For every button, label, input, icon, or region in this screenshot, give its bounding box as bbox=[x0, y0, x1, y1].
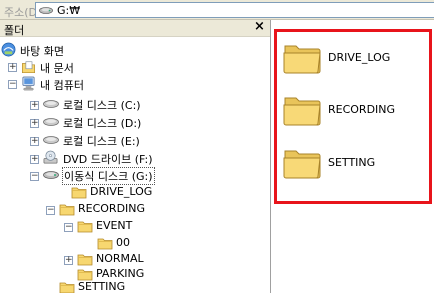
address-path: G:₩ bbox=[57, 4, 81, 17]
tree-item-event-00[interactable]: 00 bbox=[97, 235, 147, 251]
hard-drive-icon bbox=[43, 117, 59, 127]
folder-icon bbox=[77, 252, 93, 266]
tree-item-my-computer[interactable]: 내 컴퓨터 bbox=[21, 76, 141, 92]
folder-item-label: SETTING bbox=[328, 156, 376, 169]
tree-item-desktop[interactable]: 바탕 화면 bbox=[0, 42, 120, 58]
expand-toggle[interactable]: + bbox=[64, 255, 73, 265]
tree-item-my-documents[interactable]: 내 문서 bbox=[21, 59, 141, 75]
folders-pane-title: 폴더 bbox=[4, 24, 25, 37]
collapse-toggle[interactable]: − bbox=[64, 222, 73, 232]
expand-toggle[interactable]: + bbox=[30, 154, 39, 164]
expand-toggle[interactable]: + bbox=[30, 100, 39, 110]
computer-icon bbox=[21, 76, 36, 91]
tree-label: 로컬 디스크 (D:) bbox=[63, 117, 142, 130]
folder-icon bbox=[282, 143, 322, 181]
tree-item-removable-g[interactable]: 이동식 디스크 (G:) bbox=[43, 167, 183, 185]
collapse-toggle[interactable]: − bbox=[8, 79, 17, 89]
tree-label: 이동식 디스크 (G:) bbox=[62, 167, 155, 185]
tree-label: EVENT bbox=[96, 219, 133, 232]
folder-icon bbox=[282, 90, 322, 128]
removable-drive-icon bbox=[43, 170, 59, 180]
folder-icon bbox=[59, 280, 75, 293]
address-field[interactable]: G:₩ bbox=[35, 2, 434, 18]
tree-label: 바탕 화면 bbox=[20, 45, 64, 58]
expand-toggle[interactable]: + bbox=[8, 62, 17, 72]
tree-item-setting[interactable]: SETTING bbox=[59, 279, 149, 293]
folder-icon bbox=[97, 236, 113, 250]
desktop-icon bbox=[1, 42, 16, 57]
folder-item-setting[interactable]: SETTING bbox=[282, 141, 430, 185]
hard-drive-icon bbox=[43, 99, 59, 109]
folders-pane-header: 폴더 × bbox=[0, 19, 270, 37]
expand-toggle[interactable]: + bbox=[30, 136, 39, 146]
folder-icon bbox=[71, 185, 87, 199]
tree-item-disk-c[interactable]: 로컬 디스크 (C:) bbox=[43, 96, 183, 112]
tree-label: DRIVE_LOG bbox=[90, 185, 153, 198]
expand-toggle[interactable]: + bbox=[30, 118, 39, 128]
my-documents-icon bbox=[21, 60, 36, 74]
folder-open-icon bbox=[77, 219, 93, 233]
folder-item-label: RECORDING bbox=[328, 103, 396, 116]
hard-drive-icon bbox=[43, 135, 59, 145]
tree-item-event[interactable]: EVENT bbox=[77, 218, 157, 234]
tree-label: 로컬 디스크 (C:) bbox=[63, 99, 141, 112]
tree-label: 00 bbox=[116, 236, 130, 249]
tree-label: 로컬 디스크 (E:) bbox=[63, 135, 140, 148]
tree-label: 내 문서 bbox=[40, 62, 74, 75]
tree-item-disk-e[interactable]: 로컬 디스크 (E:) bbox=[43, 132, 183, 148]
folder-item-recording[interactable]: RECORDING bbox=[282, 88, 430, 132]
close-icon[interactable]: × bbox=[254, 19, 265, 34]
tree-item-recording[interactable]: RECORDING bbox=[59, 201, 159, 217]
tree-label: 내 컴퓨터 bbox=[40, 79, 84, 92]
removable-drive-icon bbox=[39, 6, 53, 15]
folder-icon bbox=[282, 38, 322, 76]
tree-label: DVD 드라이브 (F:) bbox=[63, 153, 153, 166]
collapse-toggle[interactable]: − bbox=[30, 171, 39, 181]
tree-label: RECORDING bbox=[78, 202, 146, 215]
dvd-drive-icon bbox=[43, 150, 58, 165]
tree-label: NORMAL bbox=[96, 252, 144, 265]
tree-label: SETTING bbox=[78, 280, 126, 293]
tree-item-normal[interactable]: NORMAL bbox=[77, 251, 167, 267]
folder-item-label: DRIVE_LOG bbox=[328, 51, 391, 64]
address-bar: 주소(D) G:₩ bbox=[0, 0, 434, 20]
tree-item-dvd-f[interactable]: DVD 드라이브 (F:) bbox=[43, 150, 183, 166]
folder-item-drive-log[interactable]: DRIVE_LOG bbox=[282, 36, 430, 80]
tree-item-disk-d[interactable]: 로컬 디스크 (D:) bbox=[43, 114, 183, 130]
tree-item-drive-log[interactable]: DRIVE_LOG bbox=[71, 184, 161, 200]
folder-open-icon bbox=[59, 202, 75, 216]
collapse-toggle[interactable]: − bbox=[46, 205, 55, 215]
